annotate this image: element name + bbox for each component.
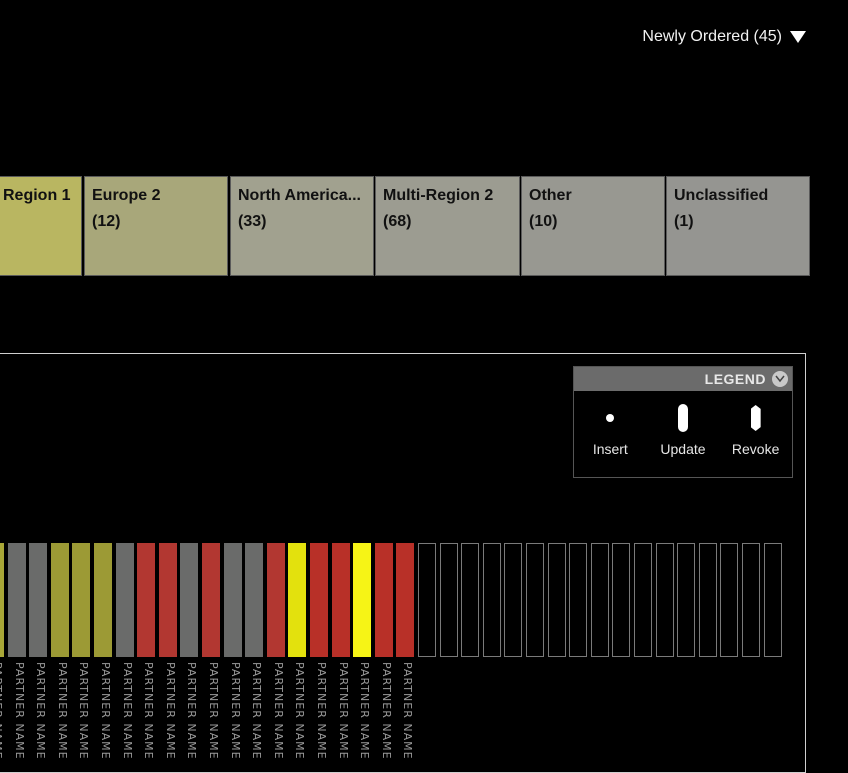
partner-bar[interactable] — [720, 543, 738, 657]
partner-name-label: PARTNER NAME — [272, 662, 285, 760]
partner-name-label: PARTNER NAME — [185, 662, 198, 760]
legend-item-revoke: Revoke — [721, 403, 791, 457]
partner-bar[interactable] — [634, 543, 652, 657]
partner-name-label: PARTNER NAME — [164, 662, 177, 760]
partner-name-label: PARTNER NAME — [229, 662, 242, 760]
partner-bar[interactable] — [224, 543, 242, 657]
legend-item-insert: Insert — [575, 403, 645, 457]
pill-icon — [677, 404, 688, 432]
partner-bar[interactable] — [548, 543, 566, 657]
partner-bar[interactable] — [137, 543, 155, 657]
partner-bar[interactable] — [677, 543, 695, 657]
legend-header[interactable]: LEGEND — [574, 367, 792, 391]
legend-panel: LEGEND Insert Update Revoke — [573, 366, 793, 478]
partner-bar[interactable] — [461, 543, 479, 657]
partner-bar[interactable] — [202, 543, 220, 657]
region-tile[interactable]: Region 1 — [0, 176, 82, 276]
region-tile[interactable]: Unclassified (1) — [666, 176, 810, 276]
partner-bar[interactable] — [51, 543, 69, 657]
partner-name-label: PARTNER NAME — [56, 662, 69, 760]
partner-bar[interactable] — [699, 543, 717, 657]
partner-bar[interactable] — [656, 543, 674, 657]
partner-bar[interactable] — [353, 543, 371, 657]
chevron-down-icon[interactable] — [772, 371, 788, 387]
partner-bar[interactable] — [504, 543, 522, 657]
partner-name-label: PARTNER NAME — [0, 662, 4, 760]
partner-bar[interactable] — [332, 543, 350, 657]
partner-name-label: PARTNER NAME — [142, 662, 155, 760]
partner-bar[interactable] — [483, 543, 501, 657]
partner-name-label: PARTNER NAME — [250, 662, 263, 760]
partner-bar[interactable] — [764, 543, 782, 657]
region-tile[interactable]: Europe 2 (12) — [84, 176, 228, 276]
partner-name-label: PARTNER NAME — [380, 662, 393, 760]
partner-name-label: PARTNER NAME — [77, 662, 90, 760]
partner-bar[interactable] — [612, 543, 630, 657]
partner-bar[interactable] — [180, 543, 198, 657]
region-tile[interactable]: North America... (33) — [230, 176, 374, 276]
partner-name-label: PARTNER NAME — [293, 662, 306, 760]
partner-name-label: PARTNER NAME — [315, 662, 328, 760]
partner-name-label: PARTNER NAME — [207, 662, 220, 760]
partner-name-label: PARTNER NAME — [34, 662, 47, 760]
partner-bar[interactable] — [418, 543, 436, 657]
partner-bar[interactable] — [569, 543, 587, 657]
partner-bar[interactable] — [116, 543, 134, 657]
partner-bar[interactable] — [94, 543, 112, 657]
partner-name-label: PARTNER NAME — [99, 662, 112, 760]
partner-bar[interactable] — [72, 543, 90, 657]
legend-label: Insert — [592, 441, 628, 457]
partner-bar[interactable] — [396, 543, 414, 657]
partner-name-label: PARTNER NAME — [337, 662, 350, 760]
legend-item-update: Update — [648, 403, 718, 457]
partner-bar[interactable] — [526, 543, 544, 657]
partner-bar[interactable] — [591, 543, 609, 657]
partner-name-label: PARTNER NAME — [401, 662, 414, 760]
region-tile[interactable]: Multi-Region 2 (68) — [375, 176, 520, 276]
partner-bar[interactable] — [375, 543, 393, 657]
partner-bar[interactable] — [440, 543, 458, 657]
partner-bar[interactable] — [0, 543, 4, 657]
legend-title: LEGEND — [704, 371, 766, 387]
partner-name-label: PARTNER NAME — [121, 662, 134, 760]
partner-bar[interactable] — [245, 543, 263, 657]
partner-bar[interactable] — [288, 543, 306, 657]
filter-label: Newly Ordered (45) — [642, 28, 782, 45]
hexagon-icon — [750, 405, 761, 431]
caret-down-icon[interactable] — [790, 31, 806, 43]
region-tile[interactable]: Other (10) — [521, 176, 665, 276]
partner-bar[interactable] — [267, 543, 285, 657]
partner-bar[interactable] — [742, 543, 760, 657]
legend-label: Update — [660, 441, 706, 457]
dot-icon — [606, 414, 615, 422]
legend-label: Revoke — [731, 441, 780, 457]
partner-name-label: PARTNER NAME — [358, 662, 371, 760]
partner-name-label: PARTNER NAME — [13, 662, 26, 760]
partner-bar[interactable] — [310, 543, 328, 657]
filter-dropdown[interactable]: Newly Ordered (45) — [642, 28, 806, 46]
partner-bar[interactable] — [8, 543, 26, 657]
partner-bar[interactable] — [159, 543, 177, 657]
partner-bar[interactable] — [29, 543, 47, 657]
